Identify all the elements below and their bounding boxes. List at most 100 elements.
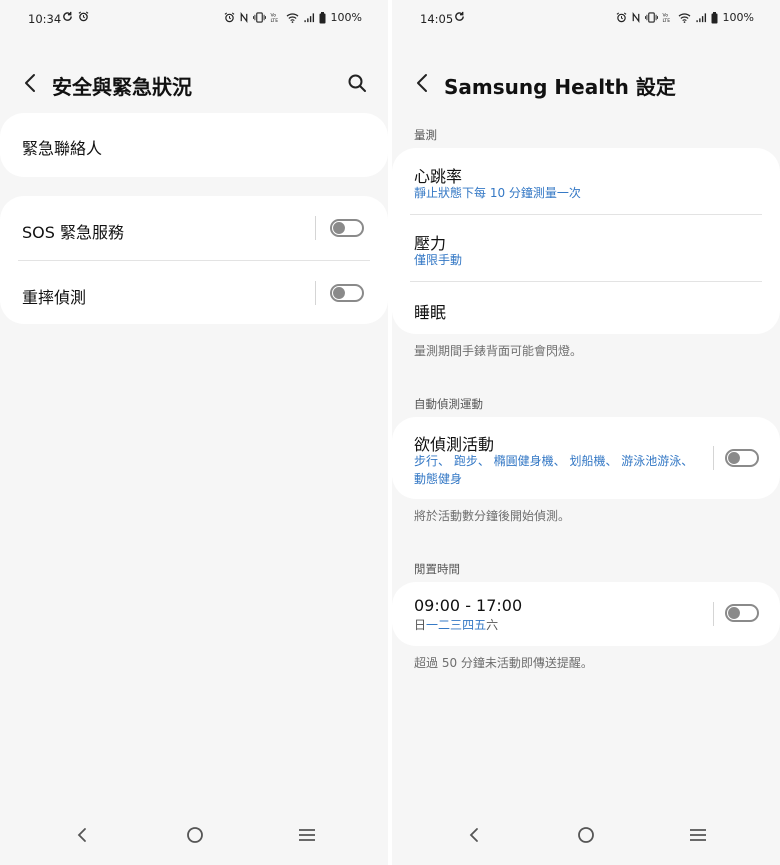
measure-card: 心跳率 靜止狀態下每 10 分鐘測量一次 壓力 僅限手動 睡眠: [392, 148, 780, 334]
nfc-icon: [239, 12, 249, 23]
heart-rate-setting: 靜止狀態下每 10 分鐘測量一次: [414, 186, 581, 200]
toggle-knob: [333, 287, 345, 299]
wifi-icon: [678, 12, 691, 23]
chevron-left-icon: [25, 74, 35, 92]
signal-icon: [303, 12, 315, 23]
idle-time-item[interactable]: 09:00 - 17:00 日一二三四五六: [392, 582, 780, 646]
emergency-contacts-label: 緊急聯絡人: [22, 139, 103, 158]
nfc-icon: [631, 12, 641, 23]
day-wednesday: 三: [450, 618, 463, 632]
phone-screen-safety: 10:34 Vo LTE 100% 安全與緊急狀況 緊急聯絡人 SOS 緊急服務…: [0, 0, 388, 865]
nav-home-icon: [578, 827, 594, 843]
day-thursday: 四: [462, 618, 475, 632]
alarm-icon: [224, 12, 235, 23]
nav-recents-button[interactable]: [295, 823, 319, 847]
toggle-knob: [728, 452, 740, 464]
wifi-icon: [286, 12, 299, 23]
sos-toggle[interactable]: [330, 219, 364, 237]
screens: 10:34 Vo LTE 100% 安全與緊急狀況 緊急聯絡人 SOS 緊急服務…: [0, 0, 780, 865]
nav-recents-button[interactable]: [686, 823, 710, 847]
activities-item[interactable]: 欲偵測活動 步行、 跑步、 橢圓健身機、 划船機、 游泳池游泳、 動態健身: [392, 417, 780, 499]
status-right-icons: Vo LTE 100%: [616, 11, 754, 24]
auto-detect-card: 欲偵測活動 步行、 跑步、 橢圓健身機、 划船機、 游泳池游泳、 動態健身: [392, 417, 780, 499]
day-sunday: 日: [414, 618, 427, 632]
signal-icon: [695, 12, 707, 23]
status-right-icons: Vo LTE 100%: [224, 11, 362, 24]
section-header-auto-detect: 自動偵測運動: [414, 397, 483, 411]
idle-toggle[interactable]: [725, 604, 759, 622]
status-left-icons: [454, 11, 465, 22]
stress-setting: 僅限手動: [414, 253, 463, 267]
idle-days: 日一二三四五六: [414, 616, 498, 634]
phone-screen-health: 14:05 Vo LTE 100% Samsung Health 設定 量測 心…: [392, 0, 780, 865]
fall-detection-toggle[interactable]: [330, 284, 364, 302]
status-left-icons: [62, 11, 89, 22]
volte-icon: Vo LTE: [662, 12, 674, 23]
sos-item[interactable]: SOS 緊急服務: [0, 196, 388, 260]
volte-icon: Vo LTE: [270, 12, 282, 23]
status-time: 14:05: [420, 12, 454, 26]
stress-item[interactable]: 壓力 僅限手動: [392, 215, 780, 281]
battery-icon: [711, 11, 718, 24]
nav-home-button[interactable]: [574, 823, 598, 847]
nav-back-icon: [77, 828, 86, 842]
nav-recents-icon: [690, 829, 706, 841]
nav-home-icon: [187, 827, 203, 843]
back-button[interactable]: [18, 68, 42, 98]
emergency-contacts-item[interactable]: 緊急聯絡人: [0, 113, 388, 177]
activities-toggle[interactable]: [725, 449, 759, 467]
app-bar: 安全與緊急狀況: [0, 58, 388, 108]
status-bar: 10:34 Vo LTE 100%: [0, 0, 388, 38]
day-monday: 一: [426, 618, 439, 632]
toggle-knob: [333, 222, 345, 234]
page-title: Samsung Health 設定: [444, 75, 676, 99]
idle-card: 09:00 - 17:00 日一二三四五六: [392, 582, 780, 646]
fall-detection-item[interactable]: 重摔偵測: [0, 260, 388, 324]
idle-note: 超過 50 分鐘未活動即傳送提醒。: [414, 656, 593, 670]
nav-back-icon: [469, 828, 478, 842]
activities-list-line2: 動態健身: [414, 472, 463, 486]
battery-percent: 100%: [722, 11, 754, 24]
heart-rate-item[interactable]: 心跳率 靜止狀態下每 10 分鐘測量一次: [392, 148, 780, 214]
alarm-icon: [78, 11, 89, 22]
vibrate-icon: [252, 12, 266, 23]
measure-note: 量測期間手錶背面可能會閃燈。: [414, 344, 583, 358]
section-header-measure: 量測: [414, 128, 437, 142]
nav-back-button[interactable]: [462, 823, 486, 847]
svg-text:LTE: LTE: [662, 18, 670, 23]
nav-home-button[interactable]: [183, 823, 207, 847]
auto-detect-note: 將於活動數分鐘後開始偵測。: [414, 509, 571, 523]
toggle-knob: [728, 607, 740, 619]
status-time: 10:34: [28, 12, 62, 26]
navigation-bar: [0, 805, 388, 865]
activities-list-line1: 步行、 跑步、 橢圓健身機、 划船機、 游泳池游泳、: [414, 454, 694, 468]
separator: [315, 216, 316, 240]
back-button[interactable]: [410, 68, 434, 98]
vibrate-icon: [644, 12, 658, 23]
svg-text:Vo: Vo: [270, 13, 276, 19]
nav-recents-icon: [299, 829, 315, 841]
page-title: 安全與緊急狀況: [52, 75, 192, 99]
sleep-item[interactable]: 睡眠: [392, 282, 780, 334]
separator: [315, 281, 316, 305]
day-friday: 五: [474, 618, 487, 632]
battery-icon: [319, 11, 326, 24]
alarm-icon: [616, 12, 627, 23]
fall-detection-label: 重摔偵測: [22, 288, 87, 307]
day-tuesday: 二: [438, 618, 451, 632]
nav-back-button[interactable]: [70, 823, 94, 847]
separator: [713, 446, 714, 470]
chevron-left-icon: [417, 74, 427, 92]
sleep-label: 睡眠: [414, 303, 447, 322]
svg-text:Vo: Vo: [662, 13, 668, 19]
separator: [713, 602, 714, 626]
emergency-contacts-card: 緊急聯絡人: [0, 113, 388, 177]
svg-text:LTE: LTE: [270, 18, 278, 23]
idle-time-range: 09:00 - 17:00: [414, 596, 523, 615]
search-button[interactable]: [344, 70, 370, 96]
status-bar: 14:05 Vo LTE 100%: [392, 0, 780, 38]
sos-settings-card: SOS 緊急服務 重摔偵測: [0, 196, 388, 324]
sync-icon: [454, 11, 465, 22]
navigation-bar: [392, 805, 780, 865]
section-header-idle: 閒置時間: [414, 562, 460, 576]
